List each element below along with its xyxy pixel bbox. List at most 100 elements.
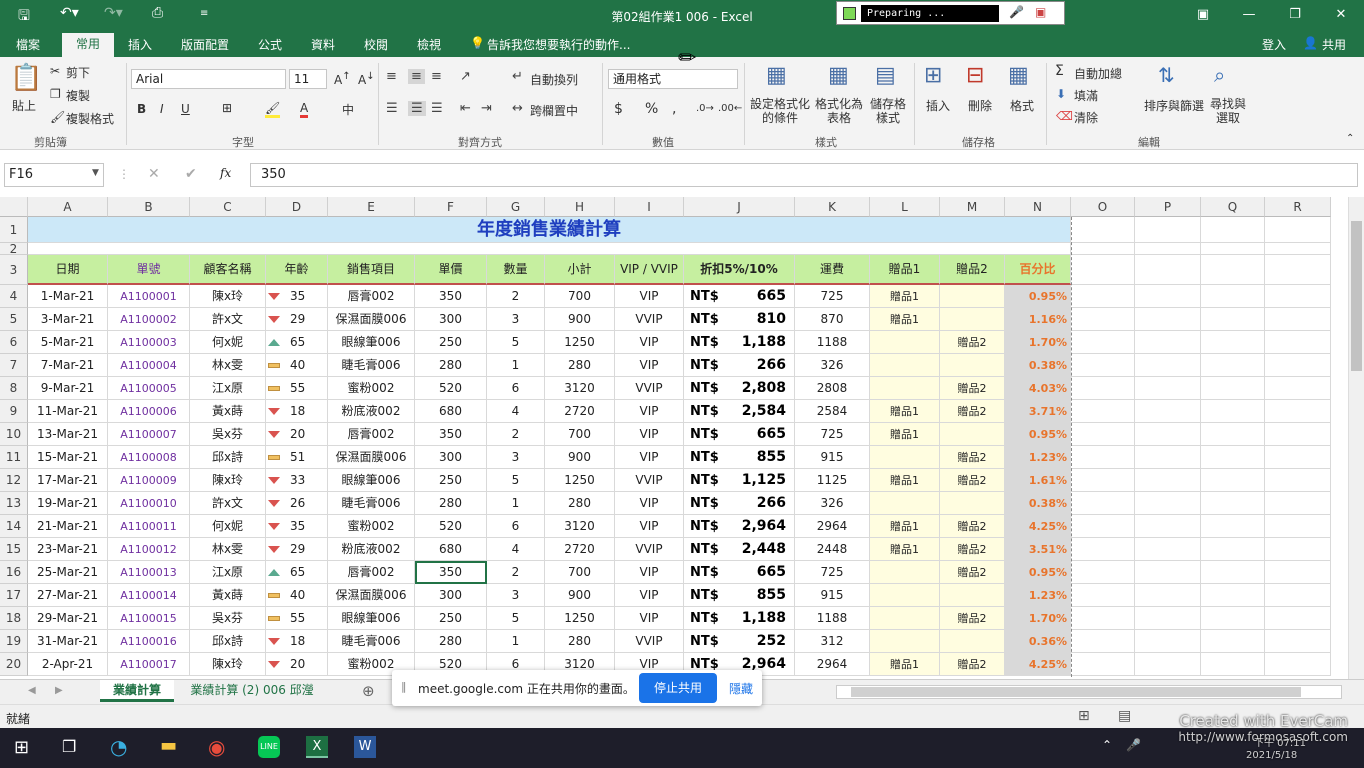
row-header[interactable]: 15: [0, 538, 28, 561]
customer-cell[interactable]: 邱x詩: [190, 630, 266, 653]
underline-button[interactable]: U: [181, 102, 190, 116]
discount-cell[interactable]: NT$ 2,448: [684, 538, 795, 561]
age-cell[interactable]: 20: [266, 423, 328, 446]
align-right-icon[interactable]: ☰: [431, 101, 443, 116]
shipping-cell[interactable]: 2448: [795, 538, 870, 561]
order-id-cell[interactable]: A1100007: [108, 423, 190, 446]
format-painter-button[interactable]: 複製格式: [66, 110, 114, 127]
empty-cell[interactable]: [1071, 446, 1135, 469]
gift1-cell[interactable]: [870, 607, 940, 630]
close-icon[interactable]: ✕: [1318, 0, 1364, 31]
vip-cell[interactable]: VIP: [615, 446, 684, 469]
column-header[interactable]: F: [415, 197, 487, 217]
tray-chevron-icon[interactable]: ⌃: [1102, 738, 1112, 752]
shipping-cell[interactable]: 2964: [795, 515, 870, 538]
column-header[interactable]: N: [1005, 197, 1071, 217]
align-center-icon[interactable]: ☰: [408, 101, 426, 116]
percent-cell[interactable]: 1.23%: [1005, 446, 1071, 469]
tab-review[interactable]: 校閱: [364, 36, 388, 53]
shipping-cell[interactable]: 1188: [795, 607, 870, 630]
price-cell[interactable]: 280: [415, 354, 487, 377]
gift2-cell[interactable]: 贈品2: [940, 653, 1005, 676]
empty-cell[interactable]: [1071, 584, 1135, 607]
percent-cell[interactable]: 0.38%: [1005, 492, 1071, 515]
sheet-title[interactable]: 年度銷售業績計算: [28, 217, 1071, 243]
row-header[interactable]: 13: [0, 492, 28, 515]
percent-cell[interactable]: 1.61%: [1005, 469, 1071, 492]
gift1-cell[interactable]: 贈品1: [870, 308, 940, 331]
age-cell[interactable]: 29: [266, 308, 328, 331]
customer-cell[interactable]: 林x雯: [190, 538, 266, 561]
shipping-cell[interactable]: 725: [795, 561, 870, 584]
item-cell[interactable]: 粉底液002: [328, 538, 415, 561]
age-cell[interactable]: 20: [266, 653, 328, 676]
order-id-cell[interactable]: A1100017: [108, 653, 190, 676]
align-bottom-icon[interactable]: ≡: [431, 69, 442, 84]
empty-cell[interactable]: [1135, 331, 1201, 354]
empty-cell[interactable]: [1071, 217, 1135, 243]
paste-icon[interactable]: 📋: [10, 63, 42, 93]
row-header[interactable]: 5: [0, 308, 28, 331]
age-cell[interactable]: 65: [266, 561, 328, 584]
price-cell[interactable]: 280: [415, 630, 487, 653]
gift2-cell[interactable]: 贈品2: [940, 561, 1005, 584]
empty-cell[interactable]: [1265, 377, 1331, 400]
gift2-cell[interactable]: [940, 492, 1005, 515]
shipping-cell[interactable]: 2964: [795, 653, 870, 676]
empty-cell[interactable]: [1071, 630, 1135, 653]
subtotal-cell[interactable]: 700: [545, 285, 615, 308]
empty-cell[interactable]: [1135, 423, 1201, 446]
item-cell[interactable]: 保濕面膜006: [328, 446, 415, 469]
autosum-button[interactable]: 自動加總: [1074, 65, 1122, 82]
column-header[interactable]: M: [940, 197, 1005, 217]
clear-button[interactable]: 清除: [1074, 109, 1098, 126]
vertical-scrollbar[interactable]: [1348, 197, 1364, 679]
select-all-corner[interactable]: [0, 197, 28, 217]
qty-cell[interactable]: 4: [487, 538, 545, 561]
age-cell[interactable]: 18: [266, 630, 328, 653]
empty-cell[interactable]: [1201, 630, 1265, 653]
discount-cell[interactable]: NT$ 1,188: [684, 331, 795, 354]
empty-cell[interactable]: [1201, 607, 1265, 630]
gift1-cell[interactable]: 贈品1: [870, 285, 940, 308]
item-cell[interactable]: 唇膏002: [328, 423, 415, 446]
empty-cell[interactable]: [1265, 217, 1331, 243]
column-header[interactable]: H: [545, 197, 615, 217]
row-header[interactable]: 17: [0, 584, 28, 607]
percent-button[interactable]: %: [645, 101, 658, 117]
age-cell[interactable]: 18: [266, 400, 328, 423]
qty-cell[interactable]: 3: [487, 446, 545, 469]
subtotal-cell[interactable]: 700: [545, 423, 615, 446]
subtotal-cell[interactable]: 900: [545, 446, 615, 469]
align-middle-icon[interactable]: ≡: [408, 69, 425, 84]
empty-cell[interactable]: [1201, 377, 1265, 400]
gift2-cell[interactable]: 贈品2: [940, 446, 1005, 469]
discount-cell[interactable]: NT$ 252: [684, 630, 795, 653]
ribbon-display-icon[interactable]: ▣: [1180, 0, 1226, 31]
empty-cell[interactable]: [1265, 446, 1331, 469]
qty-cell[interactable]: 3: [487, 584, 545, 607]
increase-decimal-icon[interactable]: .0→: [696, 103, 714, 114]
gift2-cell[interactable]: 贈品2: [940, 515, 1005, 538]
empty-cell[interactable]: [1135, 400, 1201, 423]
price-cell[interactable]: 250: [415, 607, 487, 630]
task-view-icon[interactable]: ❐: [62, 737, 76, 756]
edge-icon[interactable]: ◔: [110, 735, 127, 759]
paste-button[interactable]: 貼上: [12, 97, 36, 114]
price-cell[interactable]: 250: [415, 331, 487, 354]
customer-cell[interactable]: 江x原: [190, 561, 266, 584]
file-explorer-icon[interactable]: ▬: [160, 735, 177, 756]
vip-cell[interactable]: VVIP: [615, 538, 684, 561]
percent-cell[interactable]: 0.38%: [1005, 354, 1071, 377]
gift1-cell[interactable]: [870, 561, 940, 584]
age-cell[interactable]: 55: [266, 377, 328, 400]
empty-cell[interactable]: [1265, 492, 1331, 515]
bold-button[interactable]: B: [137, 102, 146, 116]
discount-cell[interactable]: NT$ 266: [684, 492, 795, 515]
subtotal-cell[interactable]: 280: [545, 492, 615, 515]
percent-cell[interactable]: 4.25%: [1005, 653, 1071, 676]
scroll-thumb[interactable]: [851, 687, 1301, 697]
column-header[interactable]: D: [266, 197, 328, 217]
customer-cell[interactable]: 邱x詩: [190, 446, 266, 469]
discount-cell[interactable]: NT$ 665: [684, 561, 795, 584]
